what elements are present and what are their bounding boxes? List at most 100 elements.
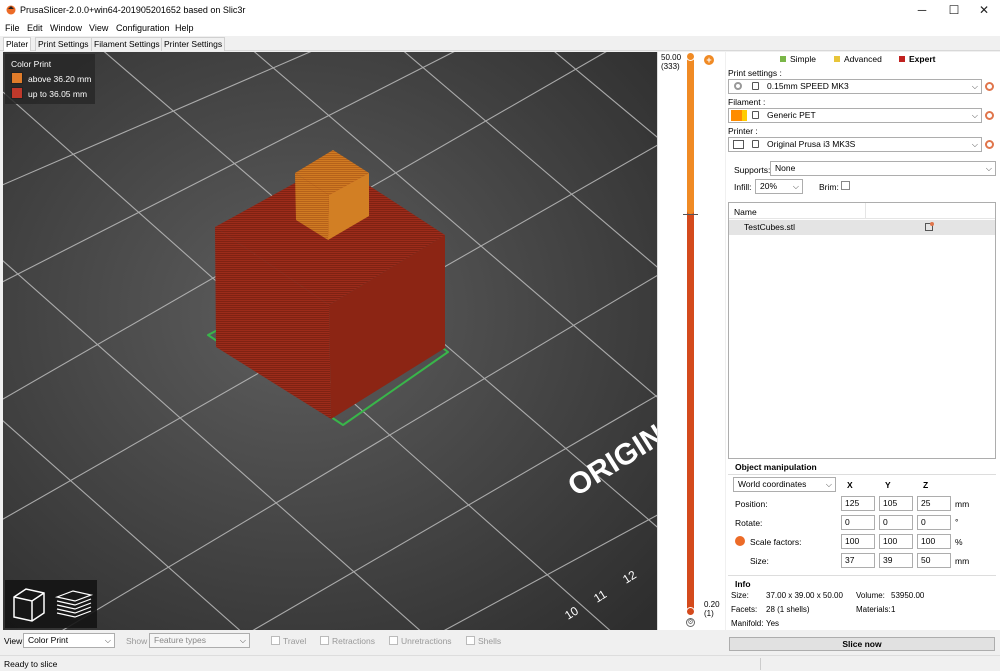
maximize-button[interactable]: ☐ xyxy=(938,0,970,21)
tab-plater[interactable]: Plater xyxy=(3,37,32,51)
info-volume-label: Volume: xyxy=(856,591,885,600)
divider xyxy=(728,575,996,576)
lock-icon xyxy=(752,82,759,90)
info-facets-label: Facets: xyxy=(731,605,758,614)
size-x-field[interactable]: 37 xyxy=(841,553,875,568)
filament-color-swatch[interactable] xyxy=(731,110,747,121)
printer-gear-icon[interactable] xyxy=(985,140,994,149)
object-list[interactable]: Name TestCubes.stl xyxy=(728,202,996,459)
filament-combo[interactable]: Generic PET ⌵ xyxy=(728,108,982,123)
info-facets-value: 28 (1 shells) xyxy=(766,605,810,614)
legend-title: Color Print xyxy=(11,59,52,69)
right-panel: Simple Advanced Expert Print settings : … xyxy=(726,52,1000,630)
slider-track[interactable] xyxy=(687,58,694,614)
mode-expert-dot xyxy=(899,56,905,62)
travel-checkbox[interactable] xyxy=(271,636,280,645)
axis-x-label: X xyxy=(847,480,853,490)
object-row[interactable]: TestCubes.stl xyxy=(729,220,995,235)
slider-top-layer: (333) xyxy=(661,62,680,71)
minimize-button[interactable]: ─ xyxy=(906,0,938,21)
filament-value: Generic PET xyxy=(767,110,816,120)
printer-value: Original Prusa i3 MK3S xyxy=(767,139,856,149)
chevron-down-icon: ⌵ xyxy=(985,164,992,173)
retractions-label: Retractions xyxy=(332,636,375,646)
print-settings-gear-icon[interactable] xyxy=(985,82,994,91)
scale-lock-icon[interactable] xyxy=(735,536,745,546)
info-materials-value: 1 xyxy=(891,605,896,614)
color-change-mark[interactable] xyxy=(683,214,698,216)
slider-cog-icon[interactable]: ⚙ xyxy=(686,618,695,627)
mode-advanced-dot xyxy=(834,56,840,62)
show-label: Show xyxy=(126,636,148,646)
slice-area: Slice now xyxy=(726,631,1000,652)
menu-file[interactable]: File xyxy=(5,23,20,33)
tab-print-settings[interactable]: Print Settings xyxy=(35,37,92,51)
legend-label-below: up to 36.05 mm xyxy=(28,89,88,99)
print-settings-label: Print settings : xyxy=(728,68,782,78)
coordinates-combo[interactable]: World coordinates ⌵ xyxy=(733,477,836,492)
menu-window[interactable]: Window xyxy=(50,23,82,33)
rotate-z-field[interactable]: 0 xyxy=(917,515,951,530)
menu-configuration[interactable]: Configuration xyxy=(116,23,170,33)
info-title: Info xyxy=(735,579,751,589)
mode-expert[interactable]: Expert xyxy=(909,54,935,64)
brim-checkbox[interactable] xyxy=(841,181,850,190)
infill-combo[interactable]: 20% ⌵ xyxy=(755,179,803,194)
chevron-down-icon: ⌵ xyxy=(792,182,799,191)
tab-printer-settings[interactable]: Printer Settings xyxy=(161,37,226,51)
slider-bottom-layer: (1) xyxy=(704,609,714,618)
prusa-app-icon xyxy=(6,5,16,15)
filament-gear-icon[interactable] xyxy=(985,111,994,120)
slider-bottom-thumb[interactable] xyxy=(686,607,695,616)
layer-slider[interactable]: 50.00 (333) + 0.20 (1) ⚙ xyxy=(657,52,725,630)
rotate-x-field[interactable]: 0 xyxy=(841,515,875,530)
size-z-field[interactable]: 50 xyxy=(917,553,951,568)
show-combo[interactable]: Feature types ⌵ xyxy=(149,633,250,648)
legend-label-above: above 36.20 mm xyxy=(28,74,92,84)
layers-view-icon[interactable] xyxy=(53,583,95,625)
menu-edit[interactable]: Edit xyxy=(27,23,43,33)
position-x-field[interactable]: 125 xyxy=(841,496,875,511)
info-manifold-value: Yes xyxy=(766,619,780,628)
close-button[interactable]: ✕ xyxy=(968,0,1000,21)
legend-swatch-below xyxy=(11,87,23,99)
rotate-y-field[interactable]: 0 xyxy=(879,515,913,530)
chevron-down-icon: ⌵ xyxy=(971,140,978,149)
size-label: Size: xyxy=(750,556,769,566)
printer-combo[interactable]: Original Prusa i3 MK3S ⌵ xyxy=(728,137,982,152)
scale-y-field[interactable]: 100 xyxy=(879,534,913,549)
slider-top-thumb[interactable] xyxy=(686,52,695,61)
column-divider xyxy=(865,203,866,219)
size-y-field[interactable]: 39 xyxy=(879,553,913,568)
position-z-field[interactable]: 25 xyxy=(917,496,951,511)
shells-checkbox[interactable] xyxy=(466,636,475,645)
scale-x-field[interactable]: 100 xyxy=(841,534,875,549)
divider xyxy=(760,658,761,670)
supports-combo[interactable]: None ⌵ xyxy=(770,161,996,176)
print-profile-icon xyxy=(734,82,742,90)
3d-viewport[interactable]: ORIGIN 10 11 12 Color Print above 36.20 … xyxy=(3,52,657,630)
mode-simple[interactable]: Simple xyxy=(790,54,816,64)
chevron-down-icon: ⌵ xyxy=(971,111,978,120)
scale-unit: % xyxy=(955,537,963,547)
unretractions-label: Unretractions xyxy=(401,636,452,646)
add-color-change-icon[interactable]: + xyxy=(704,55,714,65)
unretractions-checkbox[interactable] xyxy=(389,636,398,645)
preview-toolbar: View Color Print ⌵ Show Feature types ⌵ Tr… xyxy=(0,631,726,652)
tab-filament-settings[interactable]: Filament Settings xyxy=(91,37,163,51)
status-text: Ready to slice xyxy=(4,659,58,669)
menu-view[interactable]: View xyxy=(89,23,108,33)
3d-view-icon[interactable] xyxy=(8,583,50,625)
position-y-field[interactable]: 105 xyxy=(879,496,913,511)
scale-z-field[interactable]: 100 xyxy=(917,534,951,549)
view-toolbar xyxy=(5,580,97,628)
slice-now-button[interactable]: Slice now xyxy=(729,637,995,651)
retractions-checkbox[interactable] xyxy=(320,636,329,645)
rotate-unit: ° xyxy=(955,517,959,527)
view-type-combo[interactable]: Color Print ⌵ xyxy=(23,633,115,648)
mode-advanced[interactable]: Advanced xyxy=(844,54,882,64)
menu-help[interactable]: Help xyxy=(175,23,194,33)
slider-bottom-value: 0.20 xyxy=(704,600,720,609)
print-settings-combo[interactable]: 0.15mm SPEED MK3 ⌵ xyxy=(728,79,982,94)
lock-icon xyxy=(752,140,759,148)
